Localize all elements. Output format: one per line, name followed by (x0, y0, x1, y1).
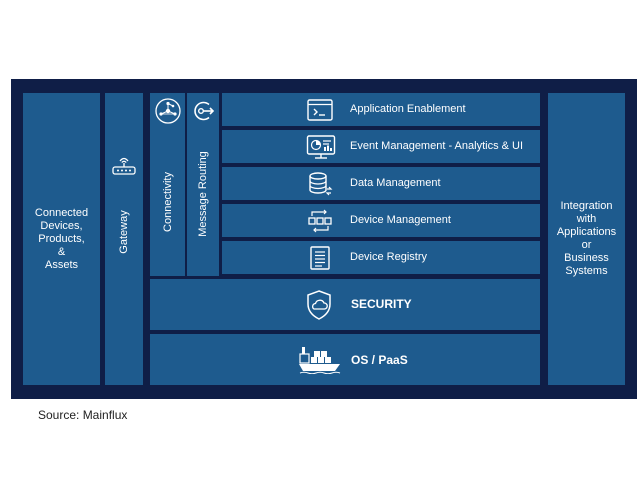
gateway-label: Gateway (118, 210, 130, 254)
security-layer: SECURITY (150, 279, 540, 330)
device-registry-label: Device Registry (350, 251, 428, 263)
connectivity-block: Connectivity (150, 93, 185, 276)
message-routing-label: Message Routing (197, 151, 209, 237)
container-ship-icon (298, 346, 342, 374)
message-routing-block: Message Routing (187, 93, 219, 276)
network-hub-icon (154, 97, 182, 125)
device-network-icon (306, 207, 334, 235)
architecture-diagram: Connected Devices, Products, & Assets Ga… (11, 79, 637, 399)
gateway-block: Gateway (105, 93, 143, 385)
data-management-label: Data Management (350, 177, 441, 189)
device-registry-layer: Device Registry (222, 241, 540, 274)
device-management-label: Device Management (350, 214, 451, 226)
connected-devices-label: Connected Devices, Products, & Assets (34, 206, 89, 271)
routing-arrow-icon (190, 98, 216, 124)
source-caption: Source: Mainflux (38, 408, 128, 422)
dashboard-monitor-icon (306, 133, 336, 161)
integration-block: Integration with Applications or Busines… (548, 93, 625, 385)
os-paas-label: OS / PaaS (351, 353, 408, 367)
os-paas-layer: OS / PaaS (150, 334, 540, 385)
application-enablement-label: Application Enablement (350, 103, 466, 115)
device-management-layer: Device Management (222, 204, 540, 237)
terminal-icon (306, 96, 334, 124)
event-management-layer: Event Management - Analytics & UI (222, 130, 540, 163)
database-icon (306, 170, 334, 198)
shield-cloud-icon (305, 289, 333, 321)
router-icon (110, 153, 138, 177)
event-management-label: Event Management - Analytics & UI (350, 140, 524, 152)
connected-devices-block: Connected Devices, Products, & Assets (23, 93, 100, 385)
connectivity-label: Connectivity (161, 172, 174, 232)
integration-label: Integration with Applications or Busines… (556, 200, 617, 277)
registry-list-icon (306, 244, 334, 272)
security-label: SECURITY (351, 297, 412, 311)
application-enablement-layer: Application Enablement (222, 93, 540, 126)
data-management-layer: Data Management (222, 167, 540, 200)
